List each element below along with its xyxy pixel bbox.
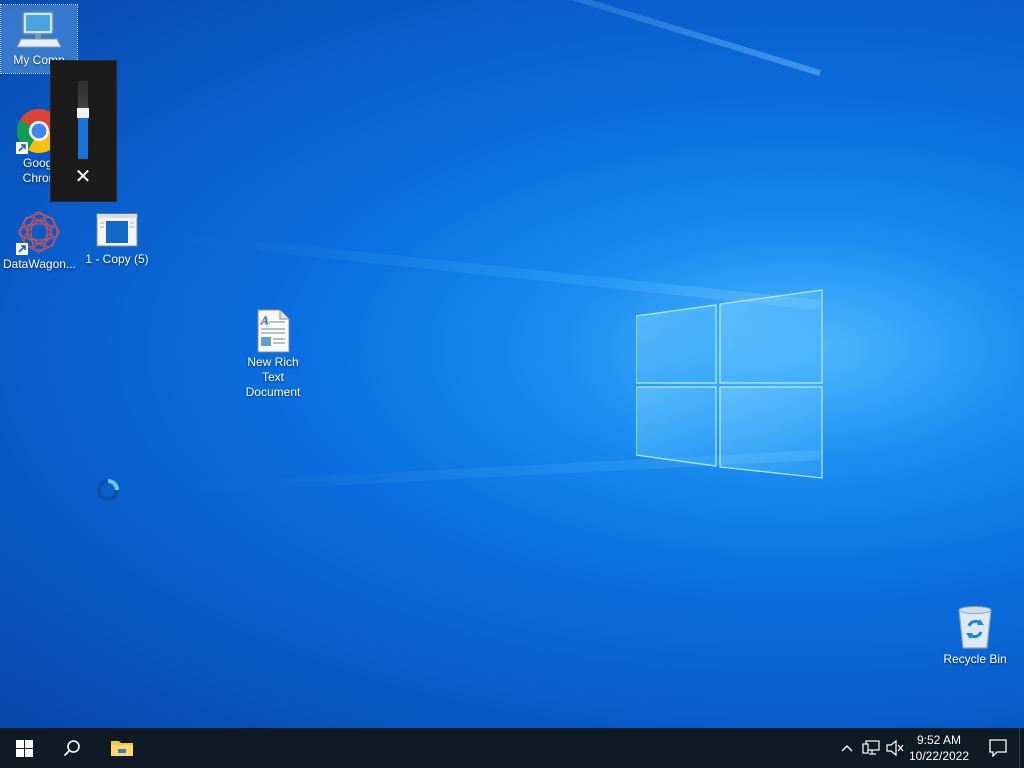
notification-icon (989, 739, 1007, 757)
document-window-icon (96, 213, 138, 247)
computer-icon (17, 11, 61, 48)
volume-flyout: ✕ (50, 60, 117, 202)
desktop-icon-label: 1 - Copy (5) (85, 252, 149, 266)
desktop-icon-label: New Rich Text Document (245, 355, 301, 399)
show-desktop-button[interactable] (1019, 728, 1024, 768)
wallpaper-beam (130, 0, 821, 76)
taskbar-file-explorer[interactable] (98, 728, 146, 768)
desktop-icon-recycle-bin[interactable]: Recycle Bin (937, 600, 1013, 667)
desktop-icon-label: DataWagon... (3, 257, 76, 271)
windows-logo-wallpaper (636, 289, 823, 479)
tray-network-button[interactable] (860, 728, 882, 768)
busy-cursor-icon (97, 479, 119, 501)
volume-slider-fill (78, 116, 88, 159)
tray-overflow-button[interactable] (838, 728, 856, 768)
desktop-icon-new-rich-text-document[interactable]: A New Rich Text Document (235, 305, 311, 400)
taskbar-clock[interactable]: 9:52 AM 10/22/2022 (904, 732, 974, 764)
desktop-icon-1-copy-5[interactable]: 1 - Copy (5) (79, 208, 155, 267)
rich-text-document-icon: A (257, 309, 290, 353)
action-center-button[interactable] (976, 728, 1020, 768)
chevron-up-icon (841, 745, 853, 752)
clock-time: 9:52 AM (916, 733, 962, 747)
clock-date: 10/22/2022 (908, 749, 970, 763)
volume-slider-thumb[interactable] (77, 108, 89, 118)
svg-text:A: A (260, 314, 269, 327)
datawagon-icon (16, 211, 60, 255)
volume-muted-icon (886, 740, 904, 756)
start-button[interactable] (0, 728, 48, 768)
volume-slider[interactable] (77, 81, 89, 159)
volume-close-button[interactable]: ✕ (73, 165, 93, 187)
desktop-icon-datawagon[interactable]: DataWagon... (1, 205, 77, 272)
network-icon (862, 740, 880, 755)
folder-icon (111, 741, 133, 756)
taskbar: 9:52 AM 10/22/2022 (0, 728, 1024, 768)
recycle-bin-icon (958, 606, 992, 649)
tray-volume-button[interactable] (884, 728, 906, 768)
search-button[interactable] (48, 728, 96, 768)
windows-start-icon (15, 739, 33, 757)
desktop-icon-label: Recycle Bin (943, 652, 1007, 666)
search-icon (63, 740, 80, 757)
desktop[interactable]: My Comp Googl Chron DataWagon... 1 - Cop… (0, 0, 1024, 728)
